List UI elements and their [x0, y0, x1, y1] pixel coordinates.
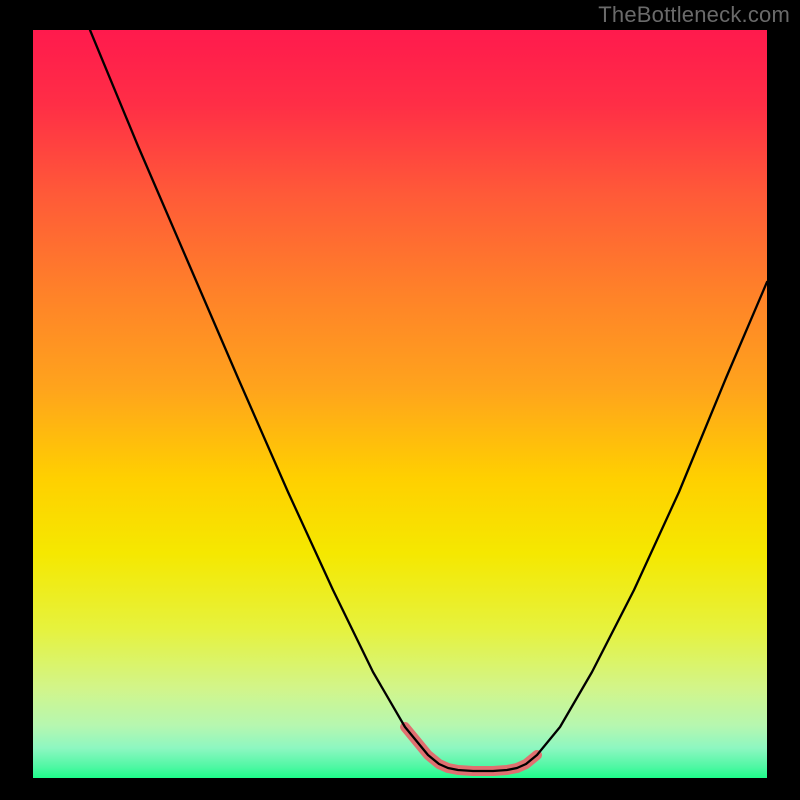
optimal-range-highlight — [405, 727, 537, 771]
bottleneck-curve — [90, 30, 767, 771]
watermark-text: TheBottleneck.com — [598, 2, 790, 28]
plot-area — [33, 30, 767, 778]
curve-layer — [33, 30, 767, 778]
chart-container: TheBottleneck.com — [0, 0, 800, 800]
